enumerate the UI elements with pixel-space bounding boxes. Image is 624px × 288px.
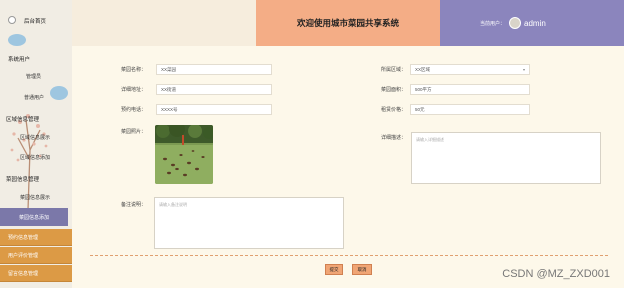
sidebar-item-booking[interactable]: 预约信息管理 (0, 229, 72, 246)
sidebar-item-region-list[interactable]: 区域信息展示 (20, 134, 50, 141)
garden-photo[interactable] (155, 125, 213, 184)
area-label: 所属区域： (380, 67, 406, 73)
sidebar-item-garden-manage[interactable]: 菜园信息管理 (6, 175, 39, 183)
chevron-down-icon: ▾ (522, 67, 525, 72)
photo-label: 菜园照片： (120, 129, 146, 135)
user-avatar[interactable] (509, 17, 522, 29)
watermark: CSDN @MZ_ZXD001 (502, 268, 610, 280)
reset-button[interactable]: 取消 (352, 264, 372, 275)
price-input[interactable]: 50元 (410, 104, 530, 115)
sidebar-item-region-add[interactable]: 区域信息添加 (20, 154, 50, 161)
current-user-label: 当前用户： (480, 20, 506, 27)
header-title-bar: 欢迎使用城市菜园共享系统 (256, 0, 440, 46)
sidebar-item-review[interactable]: 用户评价管理 (0, 247, 72, 264)
sidebar-item-normal-user[interactable]: 普通用户 (24, 94, 44, 101)
address-input[interactable]: XX街道 (156, 84, 272, 95)
submit-button[interactable]: 提交 (325, 264, 343, 275)
sidebar-item-garden-list[interactable]: 菜园信息展示 (20, 194, 50, 201)
garden-name-label: 菜园名称： (120, 67, 146, 73)
username[interactable]: admin (524, 19, 546, 28)
sidebar-item-region-manage[interactable]: 区域信息管理 (6, 115, 39, 123)
garden-name-input[interactable]: XX菜园 (156, 64, 272, 75)
phone-label: 预约电话： (120, 107, 146, 113)
detail-label: 详细描述： (380, 135, 406, 141)
sidebar-item-garden-add[interactable]: 菜园信息添加 (0, 208, 68, 226)
detail-textarea[interactable]: 请输入详细描述 (411, 132, 601, 184)
note-label: 备注说明： (120, 202, 146, 208)
sidebar: 后台首页 系统用户 管理员 普通用户 区域信息管理 区域信息展示 区域信息添加 … (0, 0, 72, 288)
price-label: 租赁价格： (380, 107, 406, 113)
header-user-bar: 当前用户： admin (440, 0, 624, 46)
sidebar-item-message[interactable]: 留言信息管理 (0, 265, 72, 282)
home-icon (8, 16, 16, 24)
sidebar-brand[interactable]: 后台首页 (24, 17, 46, 25)
header-left (72, 0, 256, 46)
page-title: 欢迎使用城市菜园共享系统 (296, 18, 399, 28)
form-divider (90, 255, 608, 256)
size-input[interactable]: 500平方 (410, 84, 530, 95)
phone-input[interactable]: XXXX号 (156, 104, 272, 115)
area-select[interactable]: XX区域 ▾ (410, 64, 530, 75)
garden-add-form: 菜园名称： XX菜园 所属区域： XX区域 ▾ 详细地址： XX街道 菜园面积： … (72, 46, 624, 288)
cloud-icon (8, 34, 26, 46)
size-label: 菜园面积： (380, 87, 406, 93)
sidebar-item-admin[interactable]: 管理员 (26, 73, 41, 80)
note-textarea[interactable]: 请输入备注说明 (154, 197, 344, 249)
sidebar-item-users[interactable]: 系统用户 (8, 55, 30, 63)
address-label: 详细地址： (120, 87, 146, 93)
